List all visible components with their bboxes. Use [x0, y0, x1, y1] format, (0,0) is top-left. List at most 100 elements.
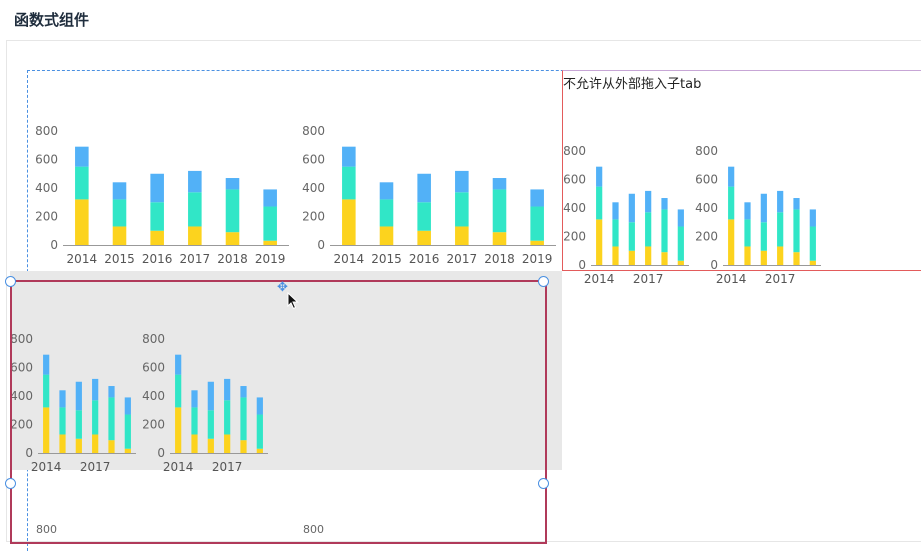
bar-segment — [379, 182, 394, 200]
bar-segment — [379, 226, 394, 245]
bar-segment — [492, 189, 507, 233]
bar-segment — [263, 240, 277, 245]
x-tick-label: 2019 — [255, 252, 286, 266]
bar-segment — [793, 198, 800, 210]
bar-segment — [150, 173, 164, 203]
overflow-tick-label-middle: 800 — [303, 523, 324, 536]
bar-segment — [744, 202, 751, 220]
y-tick-label: 400 — [563, 201, 586, 215]
resize-handle-middle-right[interactable] — [538, 478, 549, 489]
bar-segment — [379, 199, 394, 227]
bar-segment — [596, 186, 603, 220]
x-tick-label: 2016 — [142, 252, 173, 266]
y-tick-label: 400 — [695, 201, 718, 215]
bar-segment — [150, 230, 164, 245]
y-tick-label: 600 — [302, 153, 325, 167]
bar-segment — [75, 199, 89, 245]
x-tick-label: 2017 — [180, 252, 211, 266]
bar-segment — [417, 173, 431, 203]
x-tick-label: 2014 — [716, 272, 747, 286]
bar-segment — [342, 146, 356, 167]
page-title: 函数式组件 — [14, 11, 90, 29]
resize-handle-top-left[interactable] — [5, 276, 16, 287]
chart-right-b[interactable]: 0 200 400 600 800 2014 2017 — [695, 140, 825, 290]
y-tick-label: 0 — [50, 238, 58, 252]
bar-segment — [225, 189, 240, 233]
bar-segment — [150, 202, 164, 231]
bar-segment — [645, 246, 652, 265]
bar-segment — [744, 219, 751, 247]
selection-frame[interactable] — [10, 280, 547, 544]
bar-segment — [777, 190, 784, 213]
y-tick-label: 800 — [35, 124, 58, 138]
bar-segment — [530, 206, 544, 241]
bar-segment — [760, 250, 767, 265]
y-tick-label: 400 — [302, 181, 325, 195]
bar-segment — [677, 260, 684, 265]
bar-segment — [225, 232, 240, 245]
bar-segment — [628, 193, 635, 223]
bar-segment — [596, 219, 603, 265]
bar-segment — [661, 252, 668, 265]
mouse-cursor-icon — [287, 292, 299, 310]
bar-segment — [612, 219, 619, 247]
bar-segment — [645, 190, 652, 213]
bar-segment — [342, 166, 356, 200]
bar-segment — [75, 166, 89, 200]
x-tick-label: 2017 — [633, 272, 664, 286]
bar-segment — [342, 199, 356, 245]
bar-segment — [612, 202, 619, 220]
bar-segment — [677, 209, 684, 227]
bar-segment — [777, 246, 784, 265]
bar-segment — [645, 212, 652, 247]
y-tick-label: 200 — [35, 210, 58, 224]
bar-segment — [760, 193, 767, 223]
bar-segment — [760, 222, 767, 251]
bar-segment — [188, 170, 202, 193]
bar-segment — [455, 170, 469, 193]
x-tick-label: 2018 — [217, 252, 248, 266]
y-tick-label: 800 — [302, 124, 325, 138]
y-tick-label: 0 — [317, 238, 325, 252]
bar-segment — [661, 209, 668, 253]
x-tick-label: 2014 — [584, 272, 615, 286]
chart-right-a[interactable]: 0 200 400 600 800 2014 2017 — [563, 140, 693, 290]
bar-segment — [263, 189, 277, 207]
bar-segment — [188, 226, 202, 245]
bar-segment — [809, 209, 816, 227]
y-tick-label: 800 — [695, 144, 718, 158]
overflow-tick-label-left: 800 — [36, 523, 57, 536]
chart-top-left[interactable]: 0 200 400 600 800 2014 2015 2016 2017 2018 2019 — [28, 120, 293, 270]
y-tick-label: 600 — [695, 173, 718, 187]
bar-segment — [661, 198, 668, 210]
bar-segment — [530, 240, 544, 245]
bar-segment — [728, 186, 735, 220]
bar-segment — [263, 206, 277, 241]
bar-segment — [596, 166, 603, 187]
bar-segment — [417, 202, 431, 231]
bar-segment — [112, 199, 127, 227]
x-tick-label: 2017 — [765, 272, 796, 286]
bar-segment — [793, 252, 800, 265]
bar-segment — [492, 232, 507, 245]
bar-segment — [728, 219, 735, 265]
y-tick-label: 600 — [563, 173, 586, 187]
chart-top-middle[interactable]: 0 200 400 600 800 2014 2015 2016 2017 2018 2019 — [295, 120, 560, 270]
y-tick-label: 200 — [302, 210, 325, 224]
x-tick-label: 2016 — [409, 252, 440, 266]
y-tick-label: 200 — [563, 230, 586, 244]
x-tick-label: 2015 — [104, 252, 135, 266]
x-tick-label: 2015 — [371, 252, 402, 266]
y-tick-label: 0 — [578, 258, 586, 272]
y-tick-label: 400 — [35, 181, 58, 195]
bar-segment — [455, 226, 469, 245]
bar-segment — [628, 222, 635, 251]
bar-segment — [188, 192, 202, 227]
bar-segment — [612, 246, 619, 265]
bar-segment — [777, 212, 784, 247]
resize-handle-middle-left[interactable] — [5, 478, 16, 489]
bar-segment — [744, 246, 751, 265]
resize-handle-top-right[interactable] — [538, 276, 549, 287]
x-tick-label: 2014 — [67, 252, 98, 266]
bar-segment — [455, 192, 469, 227]
